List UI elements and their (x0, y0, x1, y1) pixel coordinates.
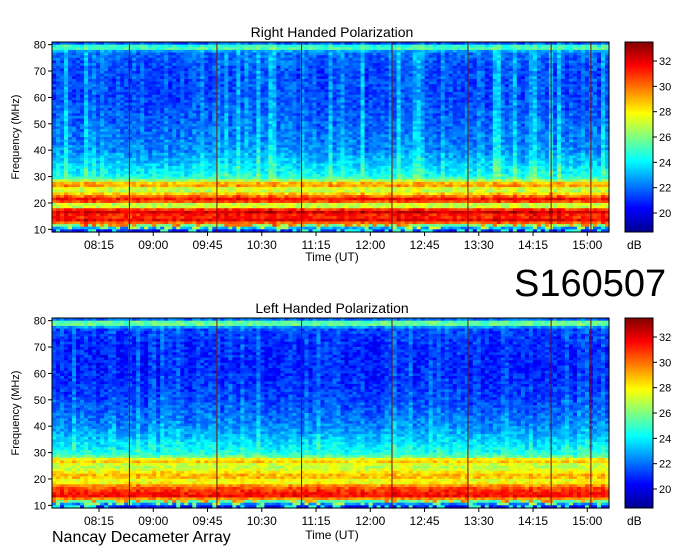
panel-title: Right Handed Polarization (251, 24, 414, 40)
right-polarization-panel: Right Handed Polarization 10203040506070… (10, 24, 671, 264)
spectrogram-heatmap (52, 42, 610, 233)
